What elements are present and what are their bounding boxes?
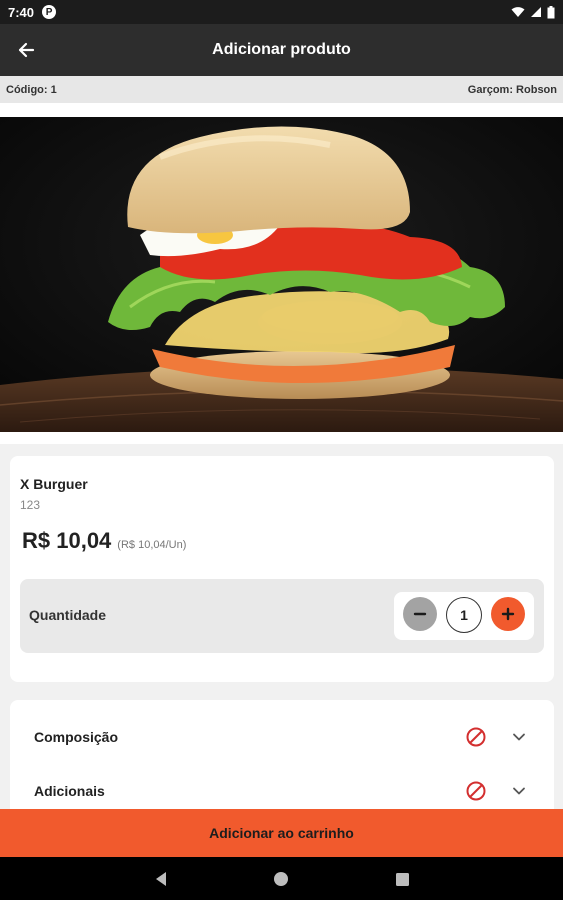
quantity-label: Quantidade [29, 607, 107, 623]
product-image [0, 117, 563, 432]
option-row-adicionais[interactable]: Adicionais [10, 771, 554, 810]
option-row-composicao[interactable]: Composição [10, 717, 554, 757]
add-to-cart-button[interactable]: Adicionar ao carrinho [0, 809, 563, 857]
option-label: Adicionais [34, 783, 105, 799]
options-card: Composição Adicionais [10, 700, 554, 810]
nav-home-button[interactable] [272, 870, 290, 888]
wifi-icon [511, 7, 525, 17]
nav-back-button[interactable] [152, 870, 170, 888]
chevron-down-icon[interactable] [511, 783, 527, 799]
status-icons [511, 5, 555, 19]
product-card: X Burguer 123 R$ 10,04 (R$ 10,04/Un) Qua… [10, 456, 554, 682]
product-code: 123 [20, 498, 41, 512]
system-nav-bar [0, 857, 563, 900]
home-circle-icon [274, 872, 288, 886]
app-bar: Adicionar produto [0, 24, 563, 76]
blocked-icon [466, 727, 486, 747]
product-price: R$ 10,04 [22, 528, 112, 553]
order-info-strip: Código: 1 Garçom: Robson [0, 76, 563, 103]
signal-icon [531, 7, 541, 17]
recents-square-icon [395, 872, 409, 886]
arrow-left-icon [18, 42, 35, 58]
quantity-section: Quantidade 1 [20, 579, 544, 653]
nav-recents-button[interactable] [393, 870, 411, 888]
battery-icon [547, 5, 555, 18]
quantity-stepper: 1 [394, 592, 534, 640]
unit-price: (R$ 10,04/Un) [117, 539, 187, 551]
option-label: Composição [34, 729, 119, 745]
decrease-quantity-button[interactable] [403, 597, 437, 631]
divider [0, 432, 563, 444]
divider [0, 103, 563, 117]
blocked-icon [466, 781, 486, 801]
notification-badge: P [42, 5, 57, 19]
page-title: Adicionar produto [212, 41, 351, 58]
quantity-value: 1 [446, 597, 482, 633]
order-code: Código: 1 [6, 83, 57, 96]
status-bar: 7:40 P [0, 0, 563, 24]
plus-icon [501, 607, 515, 621]
price-row: R$ 10,04 (R$ 10,04/Un) [22, 528, 186, 554]
chevron-down-icon[interactable] [511, 729, 527, 745]
product-name: X Burguer [20, 476, 88, 492]
back-button[interactable] [0, 24, 52, 76]
back-triangle-icon [156, 872, 166, 886]
increase-quantity-button[interactable] [491, 597, 525, 631]
burger-photo [0, 117, 563, 432]
minus-icon [413, 612, 427, 616]
status-time: 7:40 [8, 4, 35, 20]
waiter-name: Garçom: Robson [467, 83, 557, 96]
